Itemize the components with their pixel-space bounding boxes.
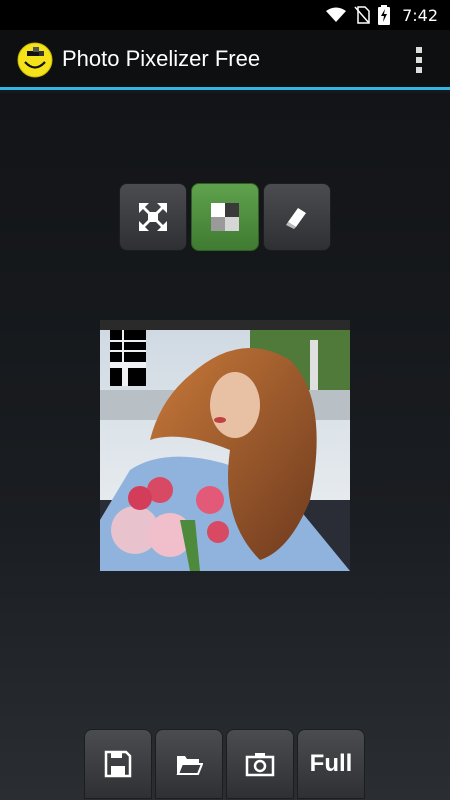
overflow-menu-icon[interactable] <box>414 47 424 73</box>
pixelate-icon <box>211 203 239 231</box>
full-button-label: Full <box>309 750 353 777</box>
bottom-toolbar: Full <box>84 729 365 799</box>
mode-toolbar <box>119 183 331 251</box>
eraser-button[interactable] <box>263 183 331 251</box>
status-bar: 7:42 <box>0 0 450 30</box>
pixelated-region <box>110 330 146 386</box>
app-bar: Photo Pixelizer Free <box>0 30 450 90</box>
main-area: Full <box>0 93 450 800</box>
pixelate-button[interactable] <box>191 183 259 251</box>
camera-icon <box>245 753 275 777</box>
wifi-icon <box>326 7 347 22</box>
status-time: 7:42 <box>402 5 438 25</box>
photo-canvas[interactable] <box>100 320 350 571</box>
no-sim-icon <box>354 6 370 24</box>
open-button[interactable] <box>155 729 223 799</box>
folder-icon <box>176 756 203 775</box>
fit-icon <box>139 203 167 231</box>
eraser-icon <box>286 208 306 229</box>
floppy-disk-icon <box>104 750 132 778</box>
app-title: Photo Pixelizer Free <box>62 45 261 71</box>
photo-image <box>100 320 350 571</box>
smiley-logo-icon <box>17 42 53 77</box>
battery-charging-icon <box>378 5 391 25</box>
full-button[interactable]: Full <box>297 729 365 799</box>
camera-button[interactable] <box>226 729 294 799</box>
save-button[interactable] <box>84 729 152 799</box>
fit-button[interactable] <box>119 183 187 251</box>
